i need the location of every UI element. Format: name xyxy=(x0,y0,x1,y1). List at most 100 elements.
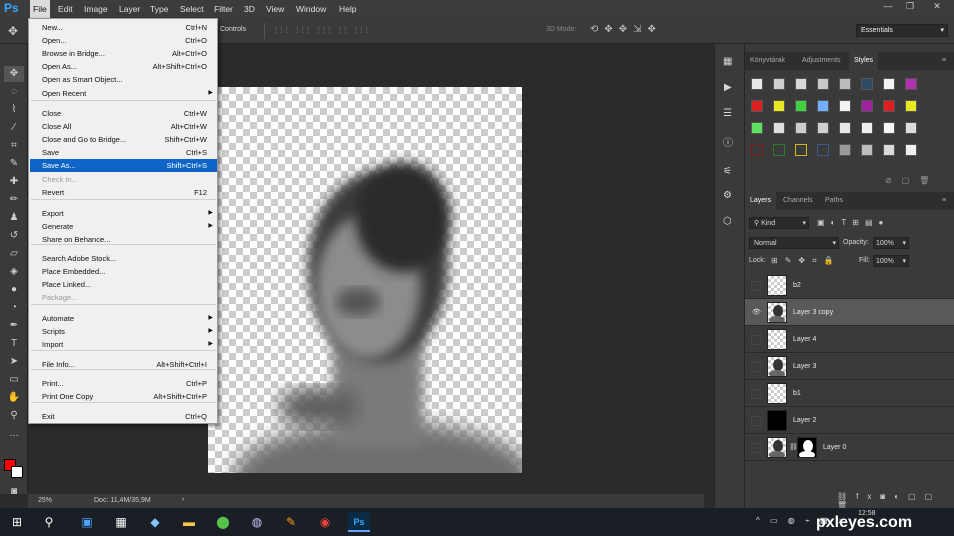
style-swatch[interactable] xyxy=(795,144,807,156)
calculator-icon[interactable]: ▦ xyxy=(110,512,132,532)
styles-footer-icons[interactable]: ⊘▢🗑 xyxy=(885,176,939,185)
eyedropper-tool-icon[interactable]: ✎ xyxy=(4,156,24,172)
style-swatch[interactable] xyxy=(839,122,851,134)
file-menu-item-revert[interactable]: Revert F12 xyxy=(30,186,217,199)
style-swatch[interactable] xyxy=(861,78,873,90)
dodge-tool-icon[interactable]: ◔ xyxy=(4,300,24,316)
file-menu-item-place-linked[interactable]: Place Linked... xyxy=(30,278,217,291)
clone-stamp-tool-icon[interactable]: ♟ xyxy=(4,210,24,226)
blend-mode-select[interactable]: Normal ▾ xyxy=(749,237,839,249)
tab-paths[interactable]: Paths xyxy=(820,192,848,210)
3d-mode-icons[interactable]: ⟲✥✥⇲✥ xyxy=(590,24,662,35)
menu-3d[interactable]: 3D xyxy=(241,0,258,18)
history-brush-tool-icon[interactable]: ↺ xyxy=(4,228,24,244)
more-tools-icon[interactable]: … xyxy=(4,426,24,442)
brush-panel-icon[interactable]: ⚟ xyxy=(723,166,732,177)
style-swatch[interactable] xyxy=(861,144,873,156)
visibility-eye-icon[interactable] xyxy=(751,335,761,345)
layer-row[interactable]: b2 xyxy=(745,272,954,299)
panel-menu-icon[interactable]: ≡ xyxy=(937,52,951,70)
style-swatch[interactable] xyxy=(751,100,763,112)
3d-panel-icon[interactable]: ⬡ xyxy=(723,216,732,227)
opacity-input[interactable]: 100% ▾ xyxy=(873,237,909,249)
style-swatch[interactable] xyxy=(905,78,917,90)
fill-input[interactable]: 100% ▾ xyxy=(873,255,909,267)
app-icon-3[interactable]: ◆ xyxy=(144,512,166,532)
file-menu-item-close-all[interactable]: Close All Alt+Ctrl+W xyxy=(30,120,217,133)
style-swatch[interactable] xyxy=(883,144,895,156)
kind-filter-select[interactable]: ⚲ Kind ▾ xyxy=(749,217,809,229)
properties-panel-icon[interactable]: ☰ xyxy=(723,108,732,119)
file-menu-item-close-and-go-to-bridge[interactable]: Close and Go to Bridge... Shift+Ctrl+W xyxy=(30,133,217,146)
layer-row[interactable]: ⛓ Layer 0 xyxy=(745,434,954,461)
filter-icons[interactable]: ▣◐T⊞▤● xyxy=(817,218,889,227)
visibility-eye-icon[interactable] xyxy=(751,362,761,372)
style-swatch[interactable] xyxy=(905,144,917,156)
hand-tool-icon[interactable]: ✋ xyxy=(4,390,24,406)
lock-icons[interactable]: ⊞✎✥⌗🔒 xyxy=(771,256,841,266)
style-swatch[interactable] xyxy=(839,78,851,90)
maximize-button[interactable]: ❐ xyxy=(900,0,920,12)
brush-tool-icon[interactable]: ✏ xyxy=(4,192,24,208)
zoom-level[interactable]: 25% xyxy=(38,497,52,504)
style-swatch[interactable] xyxy=(795,100,807,112)
quick-mask-icon[interactable]: ◙ xyxy=(4,484,24,500)
layer-row[interactable]: b1 xyxy=(745,380,954,407)
file-menu-item-new[interactable]: New... Ctrl+N xyxy=(30,21,217,34)
style-swatch[interactable] xyxy=(839,100,851,112)
move-tool-icon[interactable]: ✥ xyxy=(8,24,18,38)
layer-row[interactable]: Layer 2 xyxy=(745,407,954,434)
layer-name[interactable]: b2 xyxy=(793,272,801,299)
crop-tool-icon[interactable]: ⌗ xyxy=(4,138,24,154)
style-swatch[interactable] xyxy=(905,100,917,112)
style-swatch[interactable] xyxy=(817,78,829,90)
workspace-select[interactable]: Essentials ▾ xyxy=(856,24,948,37)
document-canvas[interactable] xyxy=(208,87,522,473)
windows-start-icon[interactable]: ⊞ xyxy=(6,512,28,532)
menu-help[interactable]: Help xyxy=(336,0,359,18)
style-swatch[interactable] xyxy=(883,122,895,134)
background-color-swatch[interactable] xyxy=(11,466,23,478)
shape-tool-icon[interactable]: ▭ xyxy=(4,372,24,388)
menu-view[interactable]: View xyxy=(263,0,287,18)
type-tool-icon[interactable]: T xyxy=(4,336,24,352)
file-menu-item-place-embedded[interactable]: Place Embedded... xyxy=(30,265,217,278)
visibility-eye-icon[interactable] xyxy=(751,443,761,453)
file-menu-item-open-as-smart-object[interactable]: Open as Smart Object... xyxy=(30,73,217,86)
style-swatch[interactable] xyxy=(795,122,807,134)
file-menu-item-save-as[interactable]: Save As... Shift+Ctrl+S xyxy=(30,159,217,172)
file-explorer-icon[interactable]: ▬ xyxy=(178,512,200,532)
style-swatch[interactable] xyxy=(905,122,917,134)
blur-tool-icon[interactable]: ● xyxy=(4,282,24,298)
style-swatch[interactable] xyxy=(817,100,829,112)
visibility-eye-icon[interactable] xyxy=(751,416,761,426)
lasso-tool-icon[interactable]: ⌇ xyxy=(4,102,24,118)
file-menu-item-browse-in-bridge[interactable]: Browse in Bridge... Alt+Ctrl+O xyxy=(30,47,217,60)
layer-row[interactable]: Layer 3 xyxy=(745,353,954,380)
move-tool-icon[interactable]: ✥ xyxy=(4,66,24,82)
healing-brush-tool-icon[interactable]: ✚ xyxy=(4,174,24,190)
file-menu-item-generate[interactable]: Generate ▶ xyxy=(30,220,217,233)
info-panel-icon[interactable]: ⓘ xyxy=(723,134,733,149)
tab-adjustments[interactable]: Adjustments xyxy=(797,52,846,70)
chrome-icon[interactable]: ◉ xyxy=(314,512,336,532)
style-swatch[interactable] xyxy=(839,144,851,156)
style-swatch[interactable] xyxy=(773,144,785,156)
file-menu-item-export[interactable]: Export ▶ xyxy=(30,207,217,220)
visibility-eye-icon[interactable] xyxy=(751,281,761,291)
tab-channels[interactable]: Channels xyxy=(778,192,818,210)
file-menu-item-search-adobe-stock[interactable]: Search Adobe Stock... xyxy=(30,252,217,265)
torrent-icon[interactable]: ⬤ xyxy=(212,512,234,532)
actions-panel-icon[interactable]: ▶ xyxy=(724,82,732,93)
layer-name[interactable]: Layer 2 xyxy=(793,407,816,434)
layer-name[interactable]: Layer 3 copy xyxy=(793,299,833,326)
style-swatch[interactable] xyxy=(795,78,807,90)
style-swatch[interactable] xyxy=(773,122,785,134)
marquee-tool-icon[interactable]: ◌ xyxy=(4,84,24,100)
layer-row[interactable]: Layer 4 xyxy=(745,326,954,353)
file-menu-item-scripts[interactable]: Scripts ▶ xyxy=(30,325,217,338)
file-menu-item-open-recent[interactable]: Open Recent ▶ xyxy=(30,87,217,100)
align-icons[interactable]: ⫶⫶⫶ ⫶⫶⫶ ⫶⫶⫶ ⫶⫶ ⫶⫶⫶ xyxy=(275,25,371,36)
menu-edit[interactable]: Edit xyxy=(55,0,76,18)
search-icon[interactable]: ⚲ xyxy=(38,512,60,532)
